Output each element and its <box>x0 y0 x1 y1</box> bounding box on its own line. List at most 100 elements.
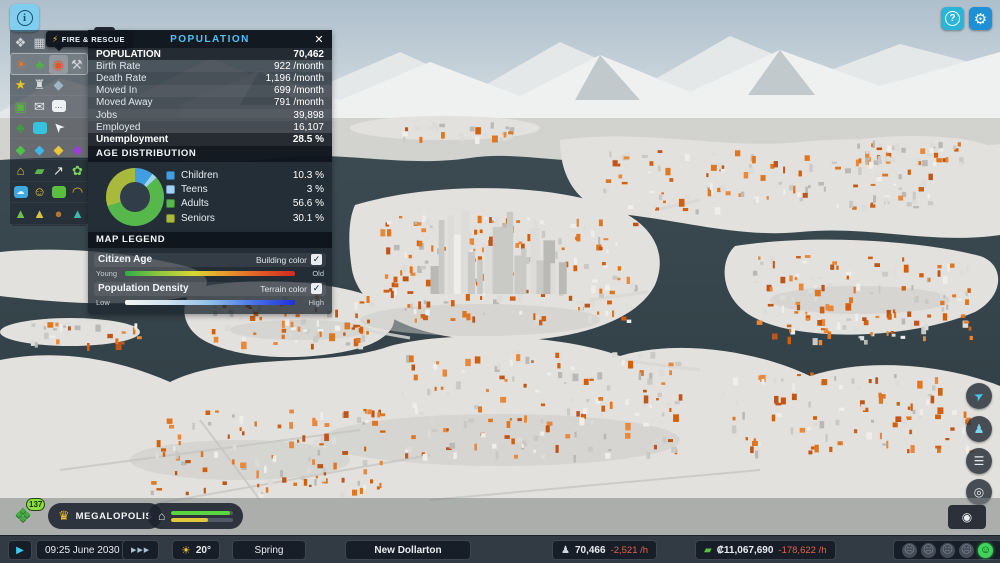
administration-building-button[interactable]: ♜ <box>30 75 49 94</box>
play-pause-button[interactable]: ▶ <box>8 540 32 560</box>
water-cube-icon <box>33 122 47 134</box>
forest-resource-button[interactable]: ▲ <box>11 204 30 223</box>
zoning-layer-yellow-button[interactable]: ◆ <box>49 140 68 159</box>
gear-icon: ⚙ <box>974 10 987 28</box>
economy-chart-button[interactable]: ↗ <box>49 161 68 180</box>
greenery-plant-button[interactable]: ✿ <box>68 161 87 180</box>
administration-building-icon: ♜ <box>34 78 46 91</box>
maintenance-wrench-icon: ⚒ <box>71 58 83 71</box>
zoning-layer-purple-button[interactable]: ◆ <box>68 140 87 159</box>
happiness-face-dim[interactable]: ☹ <box>959 543 974 558</box>
settings-button[interactable]: ⚙ <box>969 7 992 30</box>
fire-rescue-icon: ◉ <box>53 58 64 71</box>
residential-house-button[interactable]: ⌂ <box>11 161 30 180</box>
money-bill-button[interactable] <box>49 182 68 201</box>
citizen-icon: ♟ <box>974 422 985 436</box>
fire-rescue-button[interactable]: ◉ <box>49 55 68 74</box>
stat-label: Moved Away <box>96 97 153 108</box>
legend-value: 3 % <box>307 184 324 195</box>
ore-resource-button[interactable]: ● <box>49 204 68 223</box>
residential-house-icon: ⌂ <box>17 164 25 177</box>
telecom-chat-button[interactable]: … <box>49 97 68 116</box>
zoning-layer-blue-button[interactable]: ◆ <box>30 140 49 159</box>
citizen-button[interactable]: ♟ <box>966 416 992 442</box>
info-views-button[interactable]: i <box>10 4 39 32</box>
age-legend-row: Adults56.6 % <box>166 197 324 211</box>
gradient-bar <box>125 271 295 276</box>
gradient-scale: YoungOld <box>94 268 326 279</box>
post-mail-button[interactable]: ✉ <box>30 97 49 116</box>
stat-label: Death Rate <box>96 73 147 84</box>
legend-value: 30.1 % <box>293 213 324 224</box>
speed-control[interactable]: ▶▶▶ <box>122 540 159 560</box>
age-legend-row: Seniors30.1 % <box>166 211 324 225</box>
sidebar-row: ▲▲●▲ <box>10 203 88 224</box>
happiness-face-dim[interactable]: ☹ <box>902 543 917 558</box>
help-button[interactable]: ? <box>941 7 964 30</box>
healthcare-icon: ☀ <box>15 58 27 71</box>
zoning-layer-green-icon: ◆ <box>16 143 26 156</box>
land-value-map-icon: ▰ <box>35 164 45 177</box>
select-cursor-button[interactable]: ➤ <box>49 118 68 137</box>
map-legend-checkbox[interactable]: ✓ <box>311 283 322 294</box>
parks-icon: ♣ <box>35 58 44 71</box>
pollution-cloud-button[interactable]: ☁ <box>11 182 30 201</box>
map-tiles-icon: ❖ <box>15 36 27 49</box>
population-stats: POPULATION70,462Birth Rate922 /monthDeat… <box>88 48 332 146</box>
tooltip-fire-rescue: ⚡ FIRE & RESCUE <box>46 31 131 47</box>
education-cap-button[interactable]: ◆ <box>49 75 68 94</box>
close-icon[interactable]: ✕ <box>312 32 326 46</box>
workers-hat-button[interactable]: ◠ <box>68 182 87 201</box>
happiness-indicator: ☹ ☹ ☹ ☹ ☺ <box>893 540 1000 560</box>
garbage-truck-icon: ▣ <box>14 100 26 113</box>
stat-value: 1,196 /month <box>266 73 324 84</box>
stat-value: 16,107 <box>293 122 324 133</box>
stat-label: Unemployment <box>96 134 168 145</box>
legend-value: 56.6 % <box>293 198 324 209</box>
gradient-bar <box>125 300 295 305</box>
photo-mode-button[interactable]: ◉ <box>948 505 986 529</box>
happiness-face-dim[interactable]: ☹ <box>940 543 955 558</box>
city-name[interactable]: New Dollarton <box>345 540 471 560</box>
zoning-layer-green-button[interactable]: ◆ <box>11 140 30 159</box>
happiness-face-dim[interactable]: ☹ <box>921 543 936 558</box>
garbage-truck-button[interactable]: ▣ <box>11 97 30 116</box>
parks-button[interactable]: ♣ <box>31 55 50 74</box>
fertile-land-button[interactable]: ▲ <box>30 204 49 223</box>
info-views-panel: ❖▦☀♣◉⚒★♜◆▣✉…♣➤◆◆◆◆⌂▰↗✿☁☺◠▲▲●▲ <box>10 30 88 226</box>
money-display[interactable]: ▰ ₡11,067,690 -178,622 /h <box>695 540 836 560</box>
zoning-layer-yellow-icon: ◆ <box>54 143 64 156</box>
map-legend-item: Population DensityTerrain color✓ <box>94 282 326 296</box>
land-value-map-button[interactable]: ▰ <box>30 161 49 180</box>
chirper-icon: ➤ <box>971 387 987 404</box>
water-resource-button[interactable]: ▲ <box>68 204 87 223</box>
legend-value: 10.3 % <box>293 170 324 181</box>
map-legend-header: MAP LEGEND <box>88 232 332 248</box>
map-legend-item: Citizen AgeBuilding color✓ <box>94 253 326 267</box>
map-legend-label: Population Density <box>98 283 260 294</box>
chirper-button[interactable]: ➤ <box>966 383 992 409</box>
person-icon: ♟ <box>561 545 570 556</box>
lightning-icon: ⚡ <box>52 34 59 45</box>
stat-value: 699 /month <box>274 85 324 96</box>
stat-row: Employed16,107 <box>88 121 332 133</box>
age-legend-row: Children10.3 % <box>166 169 324 183</box>
age-distribution-header: AGE DISTRIBUTION <box>88 146 332 162</box>
police-badge-button[interactable]: ★ <box>11 75 30 94</box>
population-display[interactable]: ♟ 70,466 -2,521 /h <box>552 540 657 560</box>
happiness-face-active[interactable]: ☺ <box>978 543 993 558</box>
happiness-face-button[interactable]: ☺ <box>30 182 49 201</box>
sidebar-row: ☁☺ ◠ <box>10 182 88 203</box>
water-cube-button[interactable] <box>30 118 49 137</box>
stat-row: Birth Rate922 /month <box>88 60 332 72</box>
recreation-tree-button[interactable]: ♣ <box>11 118 30 137</box>
healthcare-button[interactable]: ☀ <box>12 55 31 74</box>
happiness-face-icon: ☺ <box>33 185 46 198</box>
scale-min-label: Young <box>96 269 122 278</box>
maintenance-wrench-button[interactable]: ⚒ <box>68 55 87 74</box>
transportation-icon: ▦ <box>33 36 45 49</box>
map-legend-checkbox[interactable]: ✓ <box>311 254 322 265</box>
map-tiles-button[interactable]: ❖ <box>11 33 30 52</box>
journal-button[interactable]: ☰ <box>966 448 992 474</box>
sidebar-row: ◆ ◆ ◆ ◆ <box>10 139 88 160</box>
